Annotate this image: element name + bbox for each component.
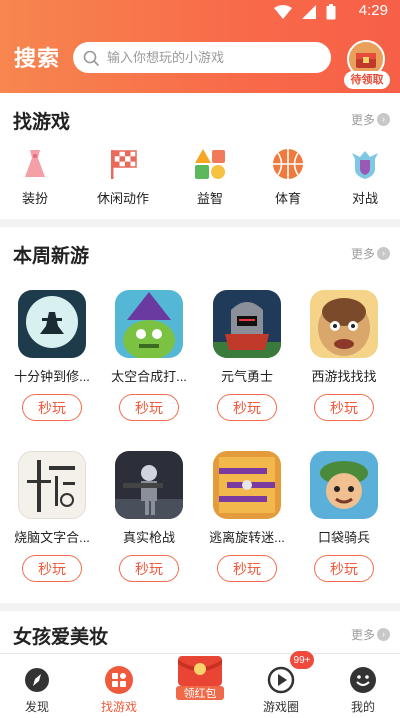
game-thumbnail [115,290,183,358]
battery-icon [326,4,336,20]
tab-label: 领红包 [183,688,217,700]
weekly-header: 本周新游 更多 › [0,241,400,271]
game-name: 逃离旋转迷... [209,530,285,545]
play-button[interactable]: 秒玩 [119,555,179,582]
game-thumbnail [310,290,378,358]
game-thumbnail [18,451,86,519]
search-icon [83,50,99,66]
category-label: 休闲动作 [96,191,149,206]
play-button[interactable]: 秒玩 [314,394,374,421]
chevron-right-icon: › [377,113,390,126]
category-label: 装扮 [21,191,48,206]
play-button[interactable]: 秒玩 [22,555,82,582]
tab-find-games[interactable]: 找游戏 [84,654,154,718]
play-circle-icon [267,666,295,694]
category-puzzle[interactable]: 益智 [175,147,245,207]
more-label: 更多 [350,113,375,127]
game-card[interactable]: 西游找找找 秒玩 [296,290,392,421]
game-grid-icon [105,666,133,694]
girls-header: 女孩爱美妆 更多 › [0,622,400,652]
status-icons [274,4,336,20]
category-battle[interactable]: 对战 [330,147,400,207]
game-thumbnail [213,290,281,358]
category-row: 装扮 休闲动作 益智 体育 对战 [0,147,400,211]
tab-discover[interactable]: 发现 [2,654,72,718]
section-divider [0,219,400,227]
play-button[interactable]: 秒玩 [22,394,82,421]
game-name: 口袋骑兵 [317,530,370,545]
section-divider [0,603,400,611]
category-dress-up[interactable]: 装扮 [0,147,70,207]
game-name: 十分钟到修... [14,369,90,384]
game-card[interactable]: 太空合成打... 秒玩 [101,290,197,421]
play-button[interactable]: 秒玩 [217,555,277,582]
game-thumbnail [115,451,183,519]
puzzle-shapes-icon [195,149,225,179]
find-games-header: 找游戏 更多 › [0,107,400,137]
bottom-tab-bar: 发现 找游戏 领红包 游戏圈 我的 [0,653,400,718]
find-games-more-link[interactable]: 更多 › [351,111,390,128]
more-label: 更多 [350,247,375,261]
game-thumbnail [310,451,378,519]
dress-icon [25,150,45,177]
chevron-right-icon: › [377,247,390,260]
category-sports[interactable]: 体育 [253,147,323,207]
tab-label: 发现 [24,700,49,714]
compass-icon [25,668,49,692]
shield-icon [352,151,378,179]
section-title-girls: 女孩爱美妆 [13,627,109,648]
tab-label: 游戏圈 [262,700,299,714]
game-thumbnail [213,451,281,519]
game-card[interactable]: 烧脑文字合... 秒玩 [4,451,100,582]
main-content: 找游戏 更多 › 装扮 休闲动作 益智 体育 对战 本周新游 更多 › 十分钟到… [0,93,400,653]
game-card[interactable]: 十分钟到修... 秒玩 [4,290,100,421]
header-bar: 4:29 搜索 待领取 [0,0,400,93]
category-label: 对战 [351,191,378,206]
girls-more-link[interactable]: 更多 › [351,626,390,643]
game-name: 元气勇士 [220,369,273,384]
category-label: 益智 [196,191,223,206]
chevron-right-icon: › [377,628,390,641]
smiley-face-icon [350,667,376,693]
tab-profile[interactable]: 我的 [328,654,398,718]
tab-red-packet[interactable]: 领红包 [165,654,235,718]
category-label: 体育 [274,191,301,206]
section-title-weekly: 本周新游 [13,246,90,267]
flag-icon [111,150,137,179]
weekly-more-link[interactable]: 更多 › [351,245,390,262]
game-card[interactable]: 口袋骑兵 秒玩 [296,451,392,582]
game-name: 真实枪战 [122,530,175,545]
tab-label: 我的 [350,700,375,714]
search-input[interactable] [107,50,307,65]
game-thumbnail [18,290,86,358]
game-card[interactable]: 真实枪战 秒玩 [101,451,197,582]
reward-chest-button[interactable]: 待领取 [342,40,390,89]
wifi-icon [274,5,292,19]
basketball-icon [273,149,303,179]
search-box[interactable] [73,42,331,73]
game-card[interactable]: 元气勇士 秒玩 [199,290,295,421]
status-time: 4:29 [358,2,388,19]
more-label: 更多 [350,628,375,642]
game-name: 西游找找找 [311,369,377,384]
page-title: 搜索 [14,46,61,71]
reward-label: 待领取 [344,71,390,89]
game-card[interactable]: 逃离旋转迷... 秒玩 [199,451,295,582]
game-name: 太空合成打... [111,369,187,384]
notification-badge: 99+ [289,650,315,670]
category-casual-action[interactable]: 休闲动作 [88,147,158,207]
status-bar: 4:29 [0,0,400,24]
play-button[interactable]: 秒玩 [314,555,374,582]
play-button[interactable]: 秒玩 [119,394,179,421]
section-title-find-games: 找游戏 [13,112,71,133]
signal-icon [302,5,316,19]
play-button[interactable]: 秒玩 [217,394,277,421]
tab-label: 找游戏 [100,700,137,714]
game-name: 烧脑文字合... [14,530,90,545]
